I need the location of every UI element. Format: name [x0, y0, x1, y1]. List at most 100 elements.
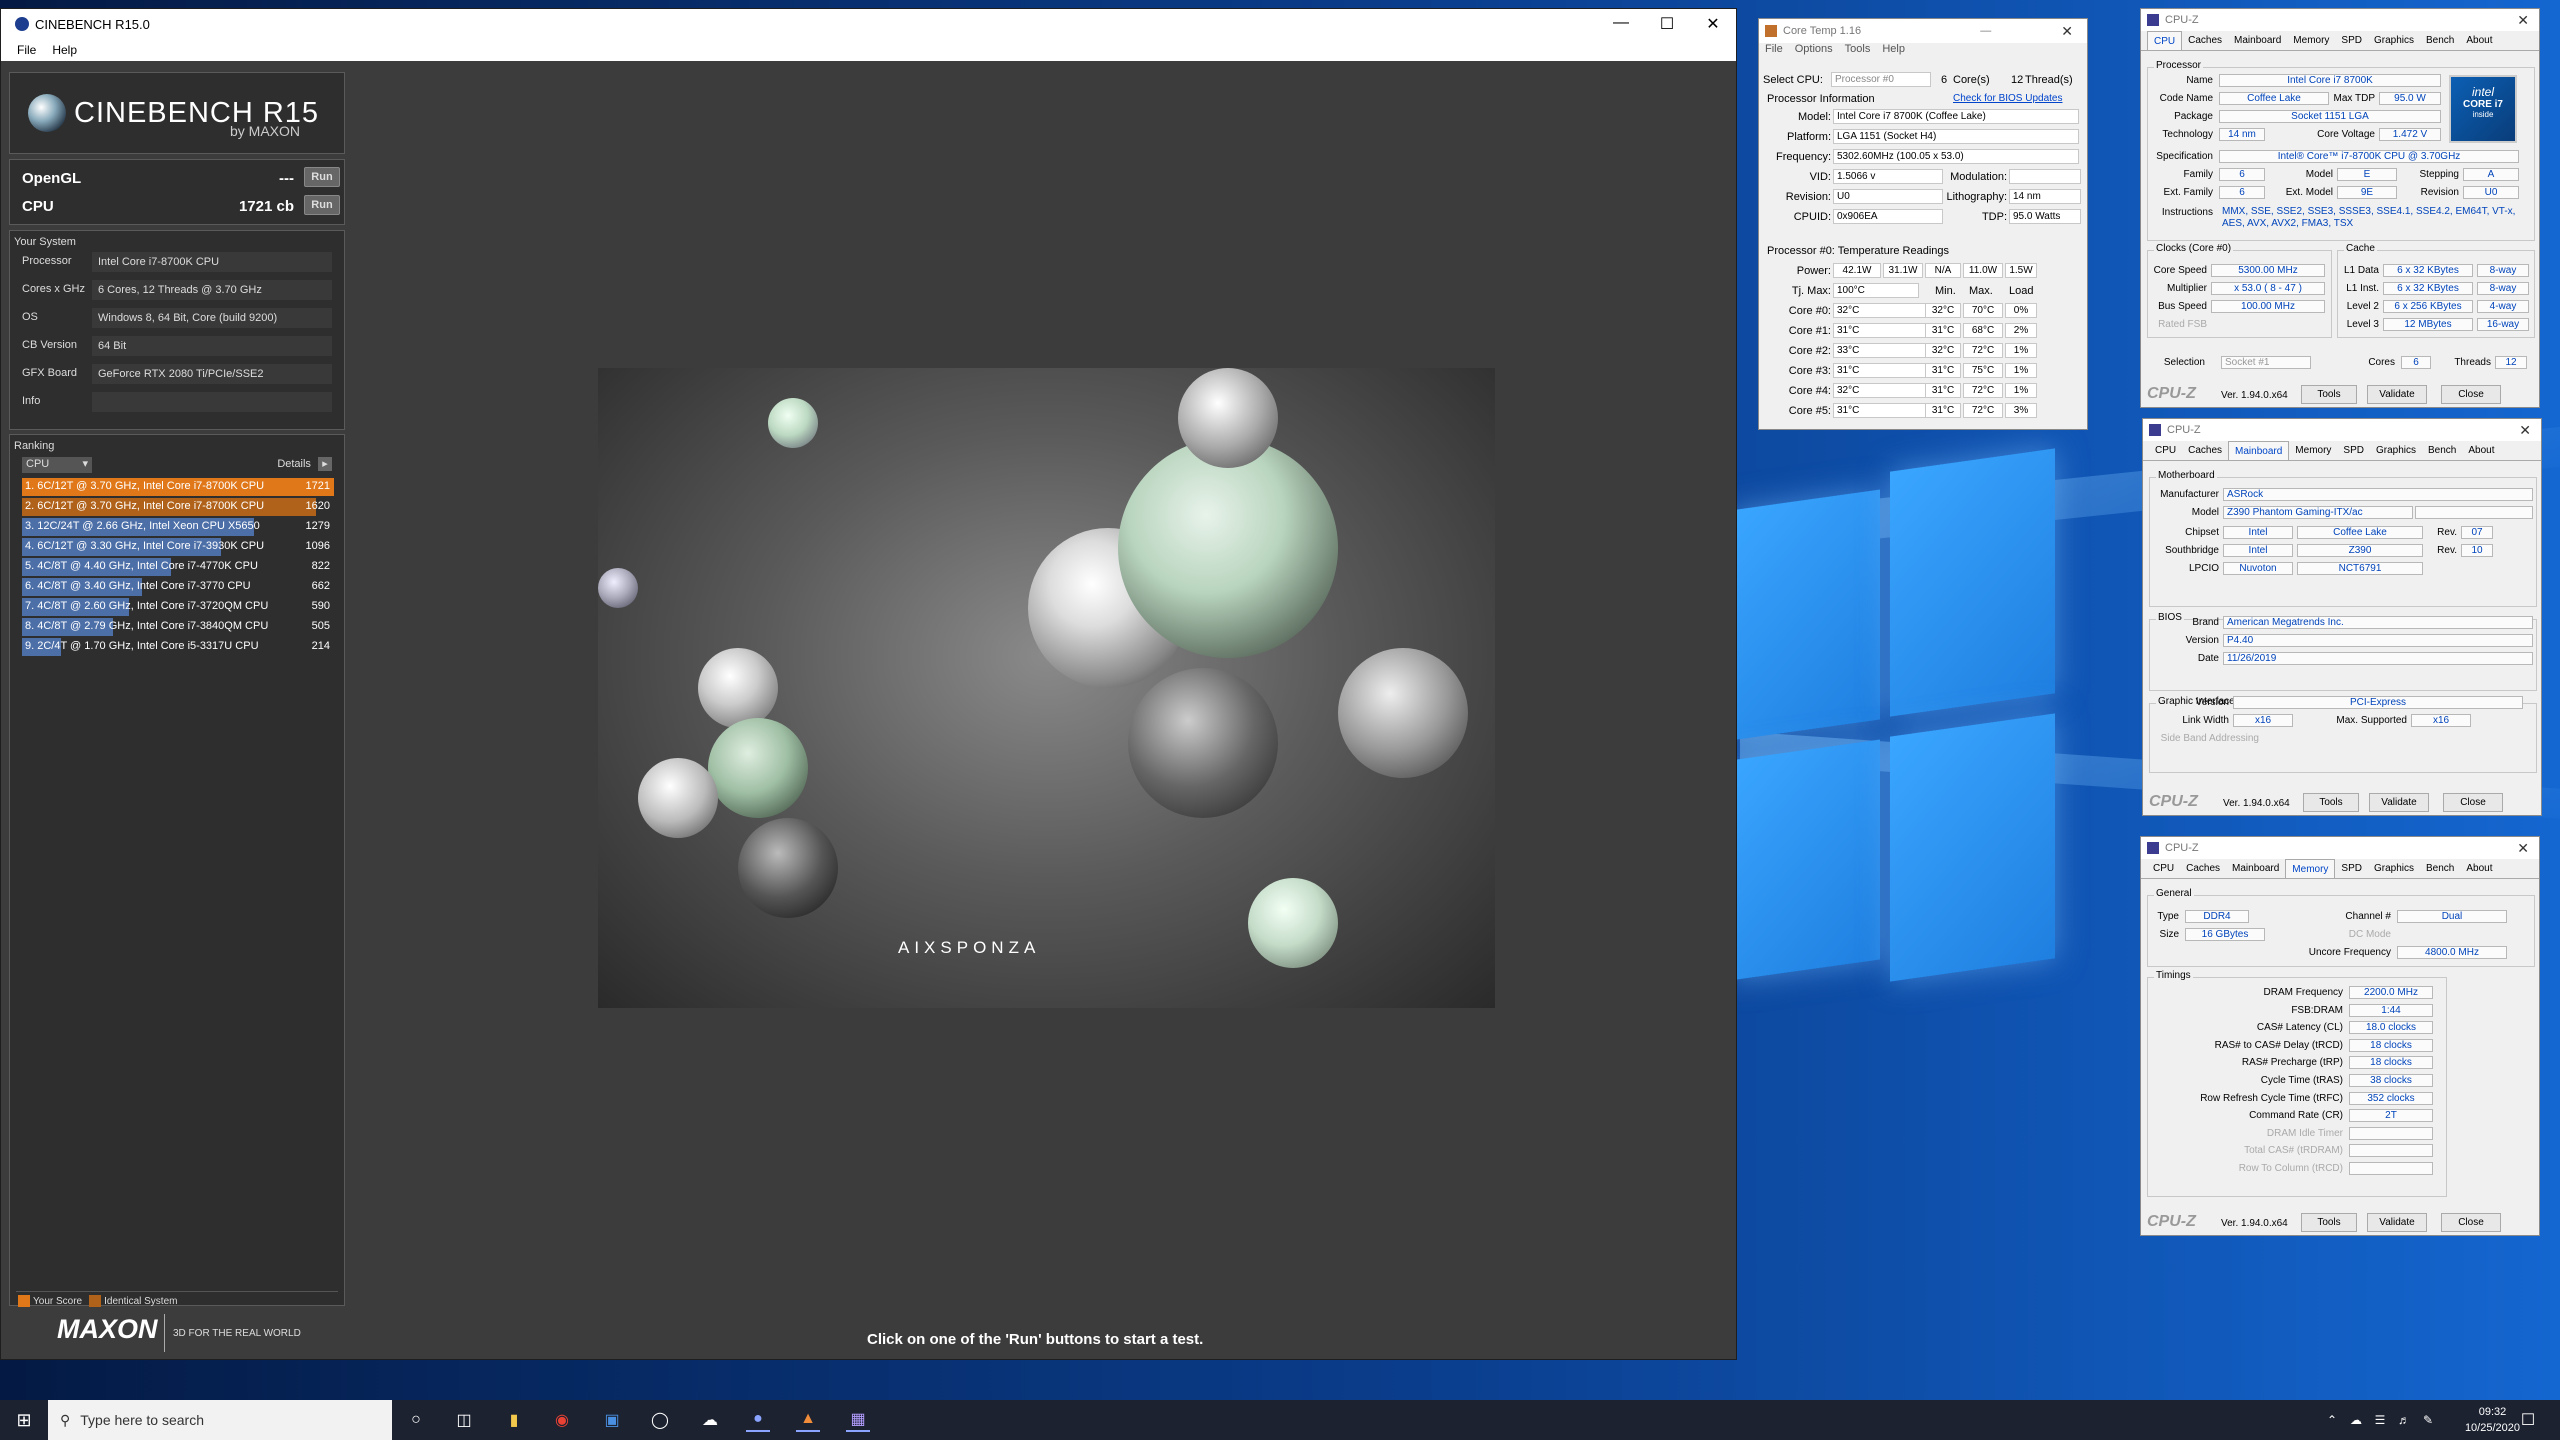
cpuz-titlebar[interactable]: CPU-Z ✕: [2143, 419, 2541, 441]
close-icon[interactable]: ✕: [2517, 12, 2529, 29]
selection-dropdown[interactable]: Socket #1: [2221, 356, 2311, 369]
cpuz-taskbar-icon[interactable]: ▦: [846, 1408, 870, 1432]
tab-graphics[interactable]: Graphics: [2368, 31, 2420, 50]
ranking-row[interactable]: 2. 6C/12T @ 3.70 GHz, Intel Core i7-8700…: [22, 498, 334, 516]
system-value: Windows 8, 64 Bit, Core (build 9200): [92, 308, 332, 328]
app-icon[interactable]: ☁: [698, 1408, 722, 1432]
cpuz-titlebar[interactable]: CPU-Z ✕: [2141, 9, 2539, 31]
tab-spd[interactable]: SPD: [2337, 441, 2370, 460]
menu-tools[interactable]: Tools: [1845, 43, 1871, 59]
ranking-row[interactable]: 7. 4C/8T @ 2.60 GHz, Intel Core i7-3720Q…: [22, 598, 334, 616]
tab-cpu[interactable]: CPU: [2147, 859, 2180, 878]
menu-help[interactable]: Help: [52, 43, 77, 57]
ranking-row[interactable]: 8. 4C/8T @ 2.79 GHz, Intel Core i7-3840Q…: [22, 618, 334, 636]
tab-about[interactable]: About: [2460, 31, 2498, 50]
tab-cpu[interactable]: CPU: [2147, 31, 2183, 50]
cinebench-titlebar[interactable]: CINEBENCH R15.0 — ☐ ✕: [1, 9, 1736, 39]
tools-button[interactable]: Tools: [2301, 1213, 2357, 1232]
tab-caches[interactable]: Caches: [2182, 31, 2228, 50]
taskbar-clock[interactable]: 09:32 10/25/2020: [2465, 1404, 2520, 1436]
tab-bench[interactable]: Bench: [2422, 441, 2462, 460]
tab-graphics[interactable]: Graphics: [2370, 441, 2422, 460]
tools-button[interactable]: Tools: [2301, 385, 2357, 404]
badge-brand: intel: [2471, 85, 2494, 99]
field-label: Southbridge: [2165, 545, 2219, 556]
app-icon[interactable]: ◯: [648, 1408, 672, 1432]
cinebench-taskbar-icon[interactable]: ●: [746, 1408, 770, 1432]
system-value: GeForce RTX 2080 Ti/PCIe/SSE2: [92, 364, 332, 384]
coretemp-taskbar-icon[interactable]: ▲: [796, 1408, 820, 1432]
minimize-icon[interactable]: —: [1980, 25, 1991, 37]
volume-icon[interactable]: ♬: [2392, 1408, 2416, 1432]
ranking-score: 1096: [305, 540, 330, 552]
tab-memory[interactable]: Memory: [2289, 441, 2337, 460]
tab-spd[interactable]: SPD: [2335, 859, 2368, 878]
bios-update-link[interactable]: Check for BIOS Updates: [1953, 93, 2063, 104]
tab-caches[interactable]: Caches: [2180, 859, 2226, 878]
opengl-run-button[interactable]: Run: [304, 167, 340, 187]
ranking-row[interactable]: 1. 6C/12T @ 3.70 GHz, Intel Core i7-8700…: [22, 478, 334, 496]
ranking-row[interactable]: 4. 6C/12T @ 3.30 GHz, Intel Core i7-3930…: [22, 538, 334, 556]
cortana-icon[interactable]: ○: [404, 1408, 428, 1432]
tab-bench[interactable]: Bench: [2420, 859, 2460, 878]
tab-mainboard[interactable]: Mainboard: [2228, 31, 2287, 50]
validate-button[interactable]: Validate: [2369, 793, 2429, 812]
info-label: CPUID:: [1793, 211, 1831, 223]
cpu-run-button[interactable]: Run: [304, 195, 340, 215]
network-icon[interactable]: ☰: [2368, 1408, 2392, 1432]
chrome-icon[interactable]: ◉: [550, 1408, 574, 1432]
menu-options[interactable]: Options: [1795, 43, 1833, 59]
validate-button[interactable]: Validate: [2367, 1213, 2427, 1232]
menu-file[interactable]: File: [1765, 43, 1783, 59]
tab-cpu[interactable]: CPU: [2149, 441, 2182, 460]
close-icon[interactable]: ✕: [1690, 14, 1736, 34]
ranking-row[interactable]: 5. 4C/8T @ 4.40 GHz, Intel Core i7-4770K…: [22, 558, 334, 576]
start-button[interactable]: ⊞: [0, 1400, 48, 1440]
close-icon[interactable]: ✕: [2061, 23, 2073, 40]
close-button[interactable]: Close: [2441, 1213, 2501, 1232]
menu-help[interactable]: Help: [1882, 43, 1905, 59]
close-button[interactable]: Close: [2443, 793, 2503, 812]
ranking-row[interactable]: 3. 12C/24T @ 2.66 GHz, Intel Xeon CPU X5…: [22, 518, 334, 536]
taskbar-search[interactable]: ⚲ Type here to search: [48, 1400, 392, 1440]
cpuz-titlebar[interactable]: CPU-Z ✕: [2141, 837, 2539, 859]
tab-mainboard[interactable]: Mainboard: [2228, 441, 2290, 460]
tab-memory[interactable]: Memory: [2287, 31, 2335, 50]
cinebench-left-panel: CINEBENCH R15 by MAXON OpenGL --- Run CP…: [9, 64, 345, 1352]
select-cpu-dropdown[interactable]: Processor #0: [1831, 72, 1931, 87]
ranking-row[interactable]: 6. 4C/8T @ 3.40 GHz, Intel Core i7-3770 …: [22, 578, 334, 596]
maximize-icon[interactable]: ☐: [1644, 14, 1690, 34]
minimize-icon[interactable]: —: [1598, 14, 1644, 34]
close-button[interactable]: Close: [2441, 385, 2501, 404]
tab-about[interactable]: About: [2460, 859, 2498, 878]
coretemp-titlebar[interactable]: Core Temp 1.16 — ✕: [1759, 19, 2087, 43]
details-button[interactable]: Details ▸: [277, 457, 332, 471]
info-label: TDP:: [1981, 211, 2007, 223]
chevron-up-icon[interactable]: ⌃: [2320, 1408, 2344, 1432]
ranking-label: 3. 12C/24T @ 2.66 GHz, Intel Xeon CPU X5…: [25, 520, 260, 532]
file-explorer-icon[interactable]: ▮: [502, 1408, 526, 1432]
tools-button[interactable]: Tools: [2303, 793, 2359, 812]
tab-caches[interactable]: Caches: [2182, 441, 2228, 460]
ranking-select[interactable]: CPU ▾: [22, 457, 92, 473]
language-icon[interactable]: ✎: [2416, 1408, 2440, 1432]
tab-graphics[interactable]: Graphics: [2368, 859, 2420, 878]
menu-file[interactable]: File: [17, 43, 36, 57]
tab-about[interactable]: About: [2462, 441, 2500, 460]
field-label: Uncore Frequency: [2308, 947, 2391, 958]
cloud-icon[interactable]: ☁: [2344, 1408, 2368, 1432]
field-value: 12: [2495, 356, 2527, 369]
tab-memory[interactable]: Memory: [2285, 859, 2336, 878]
ranking-row[interactable]: 9. 2C/4T @ 1.70 GHz, Intel Core i5-3317U…: [22, 638, 334, 656]
app-icon[interactable]: ▣: [600, 1408, 624, 1432]
tab-spd[interactable]: SPD: [2335, 31, 2368, 50]
task-view-icon[interactable]: ◫: [452, 1408, 476, 1432]
tab-mainboard[interactable]: Mainboard: [2226, 859, 2285, 878]
notification-icon[interactable]: ☐: [2516, 1408, 2540, 1432]
validate-button[interactable]: Validate: [2367, 385, 2427, 404]
close-icon[interactable]: ✕: [2519, 422, 2531, 439]
tab-bench[interactable]: Bench: [2420, 31, 2460, 50]
core-label: Core #4:: [1788, 385, 1831, 397]
cpuz-brand: CPU-Z: [2147, 385, 2196, 402]
close-icon[interactable]: ✕: [2517, 840, 2529, 857]
